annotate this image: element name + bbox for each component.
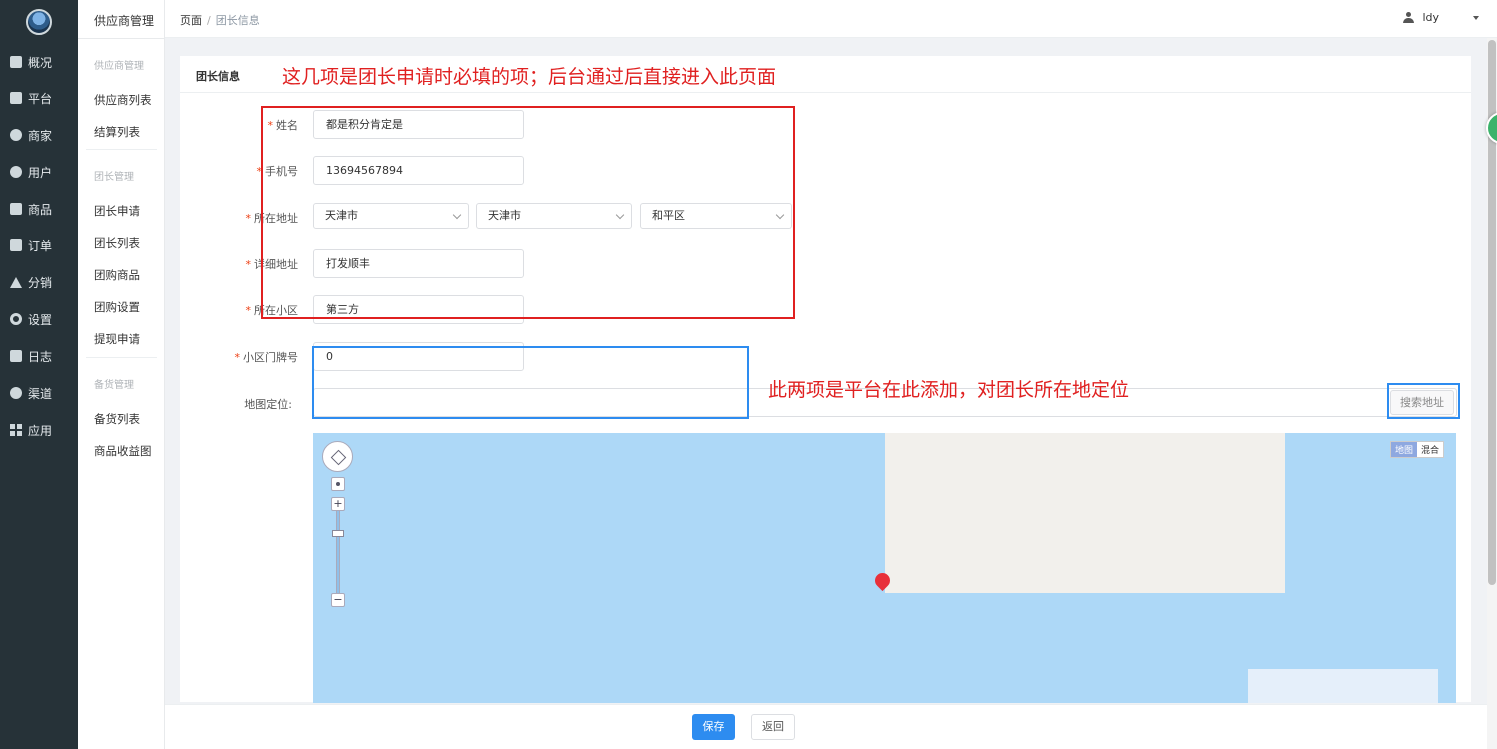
breadcrumb-item-current: 团长信息 xyxy=(215,14,260,27)
sidebar-item-label: 设置 xyxy=(28,312,53,327)
product-icon xyxy=(10,203,22,215)
sidebar-item-label: 商品 xyxy=(28,202,53,217)
required-fields-annotation-box xyxy=(261,106,795,319)
sidebar-item-label: 订单 xyxy=(28,238,53,253)
gear-icon xyxy=(10,313,22,325)
subnav-item-leader-apply[interactable]: 团长申请 xyxy=(94,203,140,219)
caret-down-icon xyxy=(1473,15,1479,20)
breadcrumb-separator: / xyxy=(207,14,211,27)
subnav-item-withdraw-apply[interactable]: 提现申请 xyxy=(94,331,140,347)
sidebar-item-settings[interactable]: 设置 xyxy=(10,309,52,329)
sidebar-item-apps[interactable]: 应用 xyxy=(10,420,52,440)
sidebar-item-channel[interactable]: 渠道 xyxy=(10,383,52,403)
sidebar-item-merchant[interactable]: 商家 xyxy=(10,125,52,145)
sidebar-item-label: 用户 xyxy=(28,165,53,180)
order-icon xyxy=(10,239,22,251)
breadcrumb-item-page[interactable]: 页面 xyxy=(180,14,202,27)
divider xyxy=(86,357,157,358)
sidebar-item-label: 渠道 xyxy=(28,386,53,401)
map-type-switch[interactable]: 地图 混合 xyxy=(1390,441,1445,458)
divider xyxy=(180,92,1471,93)
subnav-item-group-settings[interactable]: 团购设置 xyxy=(94,299,140,315)
subnav-group-title: 备货管理 xyxy=(94,380,134,391)
platform-fields-annotation-text: 此两项是平台在此添加，对团长所在地定位 xyxy=(768,379,1130,401)
divider xyxy=(78,38,165,39)
subnav-group-title: 供应商管理 xyxy=(94,61,144,72)
sidebar-item-product[interactable]: 商品 xyxy=(10,199,52,219)
map-copyright-blur xyxy=(1248,669,1438,703)
form-actions xyxy=(165,704,1487,749)
sitemap-icon xyxy=(10,276,22,288)
subnav-item-supplier-list[interactable]: 供应商列表 xyxy=(94,92,152,108)
book-icon xyxy=(10,350,22,362)
sidebar-item-label: 平台 xyxy=(28,91,53,106)
sidebar-item-label: 应用 xyxy=(28,423,53,438)
map-locate-button[interactable] xyxy=(331,477,345,491)
subnav-item-settlement-list[interactable]: 结算列表 xyxy=(94,124,140,140)
map-type-hybrid[interactable]: 混合 xyxy=(1417,442,1444,457)
sidebar-item-log[interactable]: 日志 xyxy=(10,346,52,366)
map-zoom-in-button[interactable]: + xyxy=(331,497,345,511)
platform-fields-annotation-box xyxy=(312,346,749,419)
map-location-label: 地图定位: xyxy=(244,398,292,411)
map-zoom-out-button[interactable]: − xyxy=(331,593,345,607)
user-icon xyxy=(10,166,22,178)
user-menu[interactable]: ldy xyxy=(1403,11,1479,24)
map-view[interactable]: + − 地图 混合 xyxy=(313,433,1456,703)
sidebar-item-platform[interactable]: 平台 xyxy=(10,88,52,108)
apps-grid-icon xyxy=(10,424,22,436)
top-bar: 页面 / 团长信息 ldy xyxy=(165,0,1497,38)
desktop-icon xyxy=(10,92,22,104)
main-sidebar: 概况 平台 商家 用户 商品 订单 分销 设置 日志 渠道 应用 xyxy=(0,0,78,749)
sidebar-item-label: 分销 xyxy=(28,275,53,290)
sidebar-item-user[interactable]: 用户 xyxy=(10,162,52,182)
subnav-group-title: 团长管理 xyxy=(94,172,134,183)
sidebar-item-order[interactable]: 订单 xyxy=(10,235,52,255)
sidebar-item-distribution[interactable]: 分销 xyxy=(10,272,52,292)
map-zoom-slider[interactable] xyxy=(336,510,340,594)
user-icon xyxy=(1403,12,1415,23)
store-icon xyxy=(10,129,22,141)
user-name: ldy xyxy=(1422,11,1439,24)
save-button[interactable]: 保存 xyxy=(692,714,735,740)
channel-icon xyxy=(10,387,22,399)
card-title: 团长信息 xyxy=(196,70,240,83)
sub-sidebar: 供应商管理 供应商管理 供应商列表 结算列表 团长管理 团长申请 团长列表 团购… xyxy=(78,0,165,749)
map-zoom-handle[interactable] xyxy=(332,530,344,537)
back-button[interactable]: 返回 xyxy=(751,714,795,740)
subnav-title: 供应商管理 xyxy=(94,14,155,28)
map-pan-control[interactable] xyxy=(322,441,353,472)
subnav-item-profit-chart[interactable]: 商品收益图 xyxy=(94,443,152,459)
monitor-icon xyxy=(10,56,22,68)
sidebar-item-label: 日志 xyxy=(28,349,53,364)
search-button-annotation-box xyxy=(1387,383,1460,419)
sidebar-item-label: 概况 xyxy=(28,55,53,70)
logo[interactable] xyxy=(26,9,52,35)
door-number-label: * 小区门牌号 xyxy=(234,351,299,364)
sidebar-item-overview[interactable]: 概况 xyxy=(10,52,52,72)
breadcrumb: 页面 / 团长信息 xyxy=(180,12,260,28)
required-fields-annotation-text: 这几项是团长申请时必填的项；后台通过后直接进入此页面 xyxy=(282,66,777,88)
divider xyxy=(86,149,157,150)
subnav-item-group-products[interactable]: 团购商品 xyxy=(94,267,140,283)
map-type-map[interactable]: 地图 xyxy=(1391,442,1418,457)
subnav-item-stock-list[interactable]: 备货列表 xyxy=(94,411,140,427)
subnav-item-leader-list[interactable]: 团长列表 xyxy=(94,235,140,251)
sidebar-item-label: 商家 xyxy=(28,128,53,143)
map-land-area xyxy=(885,433,1285,593)
